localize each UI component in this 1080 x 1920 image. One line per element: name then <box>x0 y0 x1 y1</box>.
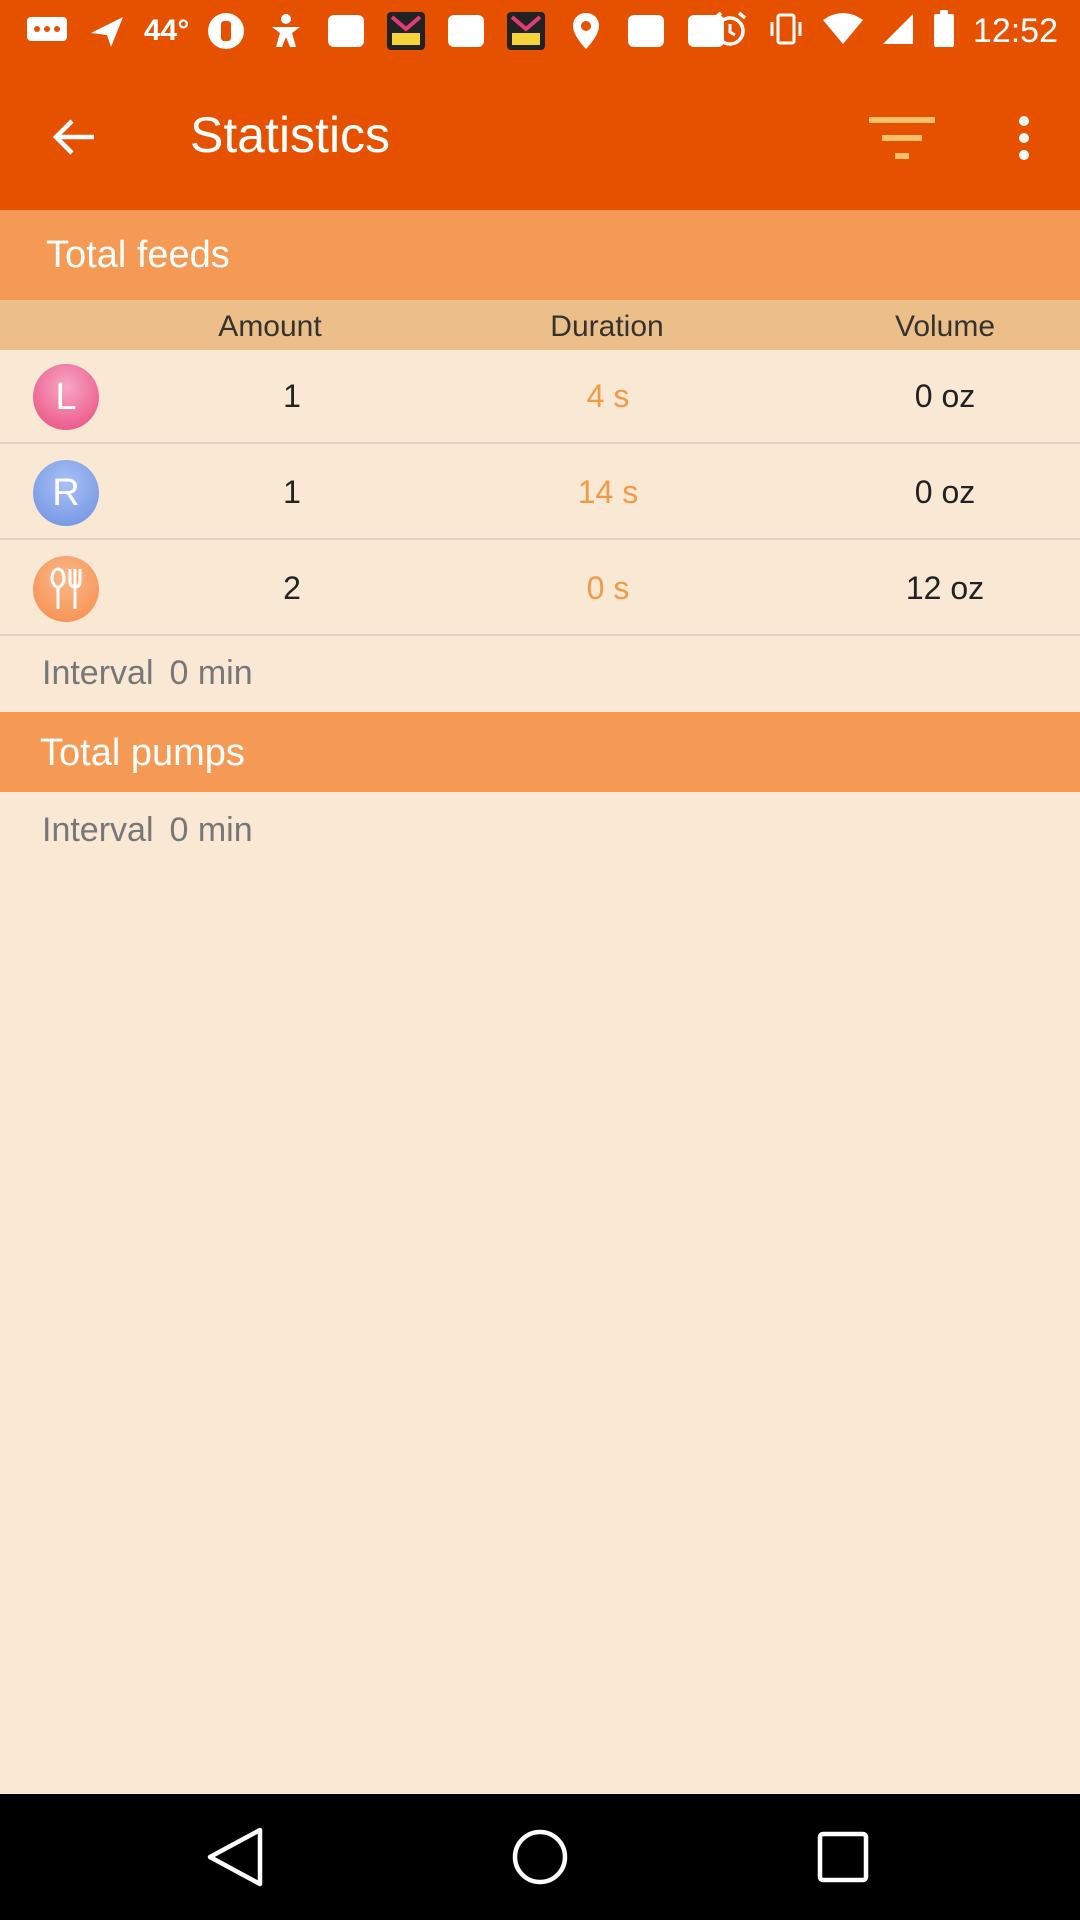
system-icons: 12:52 <box>711 8 1058 54</box>
temperature-text: 44° <box>144 14 190 47</box>
feed-volume: 0 oz <box>914 378 976 414</box>
pop-app-icon <box>383 11 429 51</box>
feed-amount: 1 <box>283 378 301 414</box>
cell-signal-icon <box>881 12 915 51</box>
feed-amount: 2 <box>283 570 301 606</box>
feed-amount: 1 <box>283 474 301 510</box>
column-header-amount: Amount <box>218 310 322 343</box>
nav-home-button[interactable] <box>505 1822 575 1892</box>
column-header-duration: Duration <box>550 310 664 343</box>
pop-app-icon <box>503 11 549 51</box>
total-pumps-header: Total pumps <box>0 712 1080 792</box>
vibrate-icon <box>767 10 805 53</box>
alarm-icon <box>711 10 749 53</box>
filter-icon <box>869 117 935 159</box>
feed-row-left[interactable]: L 1 4 s 0 oz <box>0 350 1080 444</box>
feed-duration: 0 s <box>586 570 630 606</box>
arrow-back-icon <box>52 119 94 155</box>
back-button[interactable] <box>34 102 114 172</box>
total-pumps-title: Total pumps <box>40 732 245 774</box>
interval-value: 0 min <box>169 811 253 849</box>
pumps-interval: Interval 0 min <box>42 811 253 850</box>
nav-back-icon <box>207 1827 263 1887</box>
app-bar: Statistics <box>0 62 1080 210</box>
nav-recents-button[interactable] <box>808 1822 878 1892</box>
square-icon <box>443 11 489 51</box>
clock: 12:52 <box>972 11 1058 50</box>
interval-value: 0 min <box>169 654 253 692</box>
feed-volume: 0 oz <box>914 474 976 510</box>
notification-icons: 44° <box>24 8 729 54</box>
total-feeds-header: Total feeds <box>0 210 1080 300</box>
more-vert-icon <box>1019 116 1029 160</box>
wifi-icon <box>822 12 863 51</box>
feed-volume: 12 oz <box>905 570 985 606</box>
figure-icon <box>263 11 309 51</box>
more-options-button[interactable] <box>1000 102 1048 174</box>
nav-home-icon <box>512 1829 568 1885</box>
column-header-volume: Volume <box>894 310 996 343</box>
total-feeds-title: Total feeds <box>46 234 230 276</box>
left-breast-icon: L <box>33 364 99 430</box>
status-bar: 44° 12:52 <box>0 0 1080 62</box>
right-breast-icon: R <box>33 460 99 526</box>
system-nav-bar <box>0 1794 1080 1920</box>
interval-label: Interval <box>42 654 154 692</box>
fork-spoon-icon <box>50 567 82 609</box>
square-icon <box>623 11 669 51</box>
feed-row-right[interactable]: R 1 14 s 0 oz <box>0 446 1080 540</box>
location-pin-icon <box>563 11 609 51</box>
square-icon <box>323 11 369 51</box>
filter-button[interactable] <box>862 106 942 170</box>
bottle-feed-icon <box>33 556 99 622</box>
interval-label: Interval <box>42 811 154 849</box>
feeds-interval: Interval 0 min <box>42 654 253 693</box>
baby-bottle-icon <box>203 11 249 51</box>
feeds-column-headers: Amount Duration Volume <box>0 300 1080 350</box>
battery-icon <box>933 9 955 53</box>
nav-recents-icon <box>817 1831 869 1883</box>
message-icon <box>24 11 70 51</box>
feed-duration: 4 s <box>586 378 630 414</box>
nav-back-button[interactable] <box>200 1822 270 1892</box>
feed-duration: 14 s <box>577 474 639 510</box>
navigation-icon <box>84 11 130 51</box>
feed-row-bottle[interactable]: 2 0 s 12 oz <box>0 542 1080 636</box>
page-title: Statistics <box>190 107 391 163</box>
